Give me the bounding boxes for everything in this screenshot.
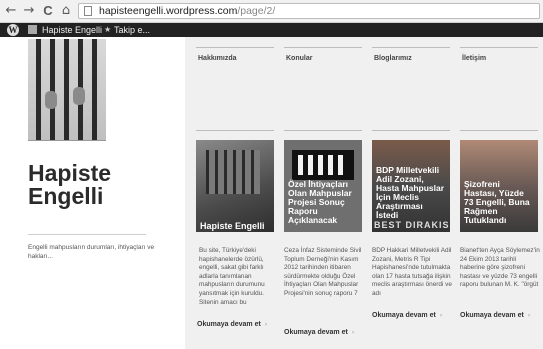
back-icon[interactable]: ← xyxy=(4,3,18,19)
reload-icon[interactable]: C xyxy=(41,3,55,19)
post-excerpt: Bu site, Türkiye'deki hapishanelerde özü… xyxy=(199,247,265,306)
post-caption: BDP Milletvekili Adil Zozani, Hasta Mahp… xyxy=(376,165,445,220)
post-excerpt: Ceza İnfaz Sisteminde Sivil Toplum Derne… xyxy=(284,247,362,297)
post-thumbnail[interactable]: Şizofreni Hastası, Yüzde 73 Engelli, Bun… xyxy=(460,140,538,232)
post-divider xyxy=(372,130,450,131)
follow-button[interactable]: Takip e... xyxy=(114,23,150,37)
admin-bar: W Hapiste Engelli ★ Takip e... xyxy=(0,23,543,37)
post-caption: Özel İhtiyaçları Olan Mahpuslar Projesi … xyxy=(288,179,352,225)
bars-image-shape xyxy=(206,150,260,194)
post-caption: Hapiste Engelli xyxy=(200,221,265,231)
nav-divider xyxy=(196,47,274,48)
browser-toolbar: ← → C ⌂ hapisteengelli.wordpress.com/pag… xyxy=(0,0,543,23)
wordpress-logo-icon[interactable]: W xyxy=(7,24,19,36)
post-divider xyxy=(196,130,274,131)
title-divider xyxy=(28,234,146,235)
bar-shape xyxy=(92,39,97,140)
bar-shape xyxy=(64,39,69,140)
nav-divider xyxy=(372,47,450,48)
read-more-label: Okumaya devam et xyxy=(197,321,261,328)
post-divider xyxy=(460,130,538,131)
chevron-right-icon: › xyxy=(351,329,355,336)
site-title[interactable]: Hapiste Engelli xyxy=(28,162,178,208)
read-more-link[interactable]: Okumaya devam et › xyxy=(460,311,530,320)
home-icon[interactable]: ⌂ xyxy=(59,3,73,19)
nav-divider xyxy=(460,47,538,48)
url-host: hapisteengelli.wordpress.com xyxy=(99,5,238,17)
post-thumbnail[interactable]: Özel İhtiyaçları Olan Mahpuslar Projesi … xyxy=(284,140,362,232)
bar-shape xyxy=(50,39,55,140)
nav-divider xyxy=(284,47,362,48)
page-icon xyxy=(84,6,92,16)
site-description: Engelli mahpusların durumları, ihtiyaçla… xyxy=(28,244,155,260)
hand-shape xyxy=(73,87,85,105)
header-image[interactable] xyxy=(28,39,106,141)
read-more-link[interactable]: Okumaya devam et › xyxy=(197,320,267,329)
chevron-right-icon: › xyxy=(527,312,531,319)
url-text: hapisteengelli.wordpress.com/page/2/ xyxy=(99,4,275,18)
admin-site-link[interactable]: Hapiste Engelli xyxy=(42,23,102,37)
bar-shape xyxy=(36,39,41,140)
read-more-label: Okumaya devam et xyxy=(372,312,436,319)
bars-logo-shape xyxy=(298,155,348,175)
nav-item-iletisim[interactable]: İletişim xyxy=(462,54,486,63)
chevron-right-icon: › xyxy=(264,321,268,328)
chevron-right-icon: › xyxy=(439,312,443,319)
logo-image-shape xyxy=(292,150,354,180)
forward-icon[interactable]: → xyxy=(22,3,36,19)
site-thumbnail-icon xyxy=(28,25,37,34)
url-path: /page/2/ xyxy=(237,5,276,17)
read-more-label: Okumaya devam et xyxy=(460,312,524,319)
post-caption: Şizofreni Hastası, Yüzde 73 Engelli, Bun… xyxy=(464,179,530,225)
read-more-link[interactable]: Okumaya devam et › xyxy=(372,311,442,320)
read-more-label: Okumaya devam et xyxy=(284,329,348,336)
read-more-link[interactable]: Okumaya devam et › xyxy=(284,328,354,337)
follow-star-icon: ★ xyxy=(104,25,112,34)
nav-item-konular[interactable]: Konular xyxy=(286,54,312,63)
image-overlay-text: BEST DIRAKIS xyxy=(374,220,450,230)
post-excerpt: Bianet'ten Ayça Söylemez'in 24 Ekim 2013… xyxy=(460,247,540,289)
post-excerpt: BDP Hakkari Milletvekili Adil Zozani, Me… xyxy=(372,247,452,297)
address-bar[interactable]: hapisteengelli.wordpress.com/page/2/ xyxy=(78,3,540,19)
post-thumbnail[interactable]: Hapiste Engelli xyxy=(196,140,274,232)
nav-item-hakkimizda[interactable]: Hakkımızda xyxy=(198,54,237,63)
post-thumbnail[interactable]: BDP Milletvekili Adil Zozani, Hasta Mahp… xyxy=(372,140,450,232)
post-divider xyxy=(284,130,362,131)
hand-shape xyxy=(45,91,57,109)
nav-item-bloglarimiz[interactable]: Bloglarımız xyxy=(374,54,412,63)
